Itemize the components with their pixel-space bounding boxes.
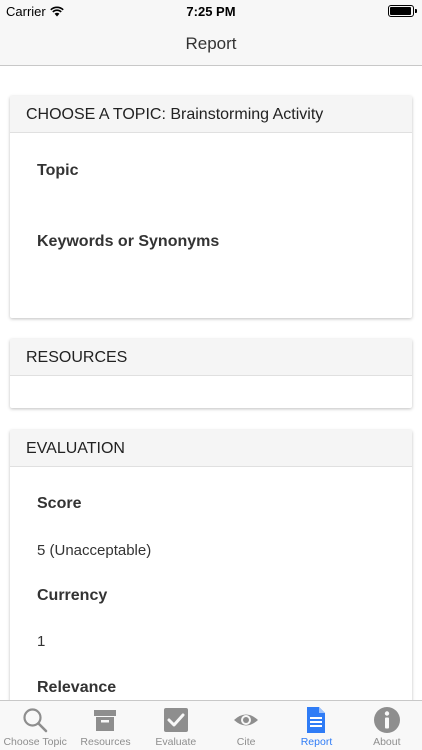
tab-label: Cite <box>236 736 256 748</box>
resources-card: RESOURCES <box>10 339 412 408</box>
tab-report[interactable]: Report <box>281 701 351 750</box>
checkbox-icon <box>163 708 188 732</box>
topic-card: CHOOSE A TOPIC: Brainstorming Activity T… <box>10 96 412 318</box>
tab-label: Choose Topic <box>3 736 67 748</box>
currency-value: 1 <box>37 633 46 650</box>
tab-choose-topic[interactable]: Choose Topic <box>0 701 70 750</box>
archive-box-icon <box>94 710 117 731</box>
nav-bar: Report <box>0 22 422 66</box>
tab-about[interactable]: About <box>352 701 422 750</box>
tab-label: Evaluate <box>155 736 197 748</box>
eye-icon <box>234 714 259 726</box>
evaluation-card: EVALUATION Score 5 (Unacceptable) Curren… <box>10 430 412 700</box>
page-title: Report <box>185 34 237 53</box>
relevance-label: Relevance <box>37 679 117 696</box>
document-icon <box>307 707 326 733</box>
topic-card-header: CHOOSE A TOPIC: Brainstorming Activity <box>10 96 412 133</box>
topic-label: Topic <box>37 162 79 179</box>
report-content[interactable]: CHOOSE A TOPIC: Brainstorming Activity T… <box>0 67 422 700</box>
resources-card-header: RESOURCES <box>10 339 412 376</box>
keywords-label: Keywords or Synonyms <box>37 233 220 250</box>
currency-label: Currency <box>37 587 108 604</box>
tab-label: Resources <box>80 736 131 748</box>
tab-label: Report <box>300 736 333 748</box>
score-value: 5 (Unacceptable) <box>37 542 152 559</box>
battery-fill <box>390 7 411 15</box>
status-time: 7:25 PM <box>186 4 236 19</box>
tab-label: About <box>373 736 401 748</box>
search-icon <box>23 708 48 733</box>
score-label: Score <box>37 495 82 512</box>
status-bar: Carrier 7:25 PM <box>0 0 422 22</box>
tab-bar: Choose Topic Resources Evaluate Cite Rep… <box>0 700 422 750</box>
evaluation-card-header: EVALUATION <box>10 430 412 467</box>
tab-resources[interactable]: Resources <box>70 701 140 750</box>
tab-cite[interactable]: Cite <box>211 701 281 750</box>
tab-evaluate[interactable]: Evaluate <box>141 701 211 750</box>
battery-icon <box>388 5 417 17</box>
info-icon <box>373 707 400 733</box>
